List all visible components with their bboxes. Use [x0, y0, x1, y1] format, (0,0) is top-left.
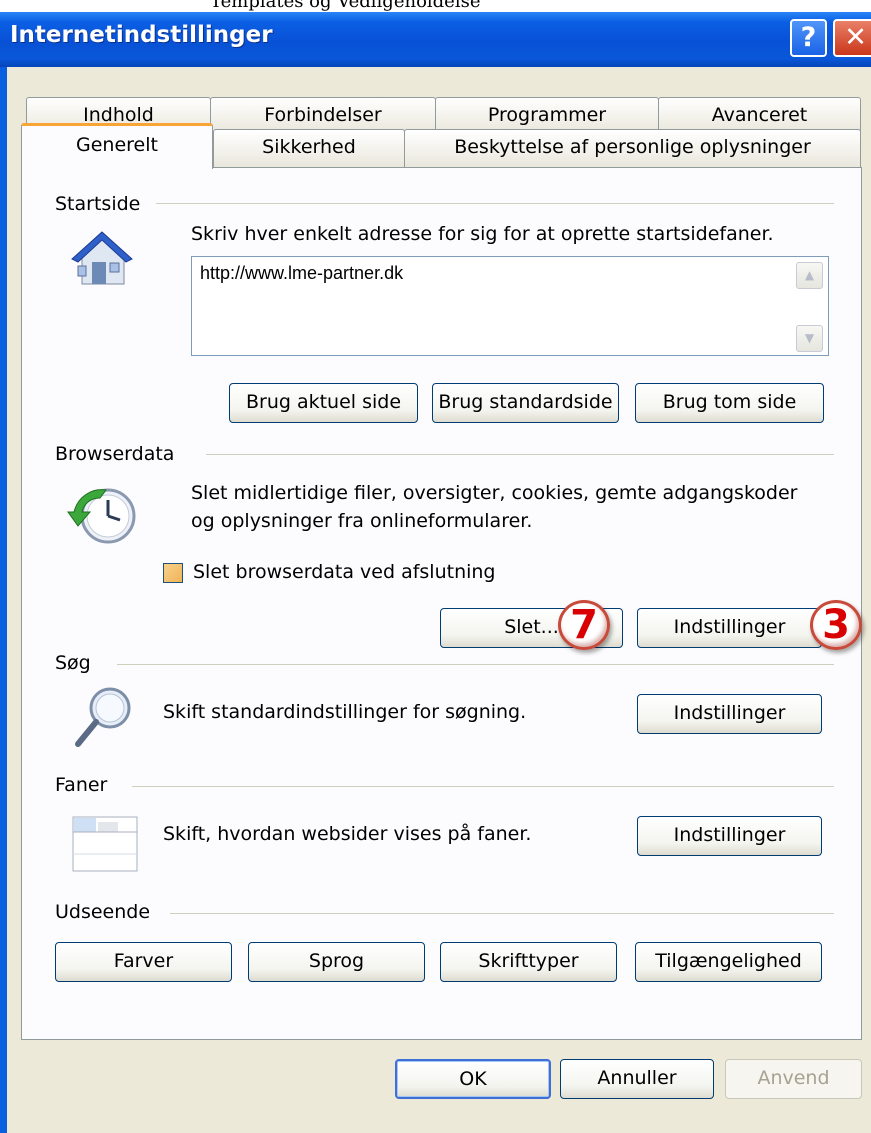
scroll-up-button[interactable]: ▲ — [796, 262, 823, 289]
browserdata-description-line1: Slet midlertidige filer, oversigter, coo… — [191, 482, 798, 504]
browserdata-divider — [206, 454, 834, 455]
help-button[interactable]: ? — [790, 19, 827, 57]
use-default-page-button[interactable]: Brug standardside — [432, 383, 619, 423]
cropped-document-text: Templates og Vedligeholdelse — [0, 0, 871, 12]
tabs-window-icon — [72, 816, 138, 872]
tabs-settings-button[interactable]: Indstillinger — [637, 816, 822, 856]
startside-label: Startside — [55, 193, 141, 215]
startside-divider — [156, 203, 834, 204]
tab-avanceret[interactable]: Avanceret — [658, 97, 861, 133]
window-title: Internetindstillinger — [10, 22, 273, 48]
close-button[interactable]: ✕ — [833, 19, 871, 57]
search-divider — [117, 664, 834, 665]
magnifier-icon — [75, 687, 131, 747]
tab-beskyttelse[interactable]: Beskyttelse af personlige oplysninger — [404, 129, 861, 167]
scroll-down-button[interactable]: ▼ — [796, 325, 823, 352]
accessibility-button[interactable]: Tilgængelighed — [635, 942, 822, 982]
delete-on-exit-checkbox[interactable] — [163, 563, 183, 583]
search-settings-button[interactable]: Indstillinger — [637, 694, 822, 734]
use-current-page-button[interactable]: Brug aktuel side — [229, 383, 418, 423]
appearance-label: Udseende — [55, 901, 151, 923]
apply-button[interactable]: Anvend — [725, 1059, 862, 1099]
annotation-badge-3: 3 — [810, 600, 862, 650]
cancel-button[interactable]: Annuller — [560, 1059, 714, 1099]
use-blank-page-button[interactable]: Brug tom side — [635, 383, 824, 423]
dialog-client-area: Indhold Forbindelser Programmer Avancere… — [7, 67, 871, 1133]
clock-refresh-icon — [67, 488, 136, 544]
home-page-address-value: http://www.lme-partner.dk — [200, 263, 404, 283]
tab-forbindelser[interactable]: Forbindelser — [210, 97, 436, 133]
colors-button[interactable]: Farver — [55, 942, 232, 982]
languages-button[interactable]: Sprog — [248, 942, 425, 982]
startside-description: Skriv hver enkelt adresse for sig for at… — [191, 223, 774, 245]
search-label: Søg — [55, 652, 91, 674]
tabs-divider — [132, 786, 834, 787]
tabs-description: Skift, hvordan websider vises på faner. — [163, 823, 532, 845]
search-description: Skift standardindstillinger for søgning. — [163, 701, 527, 723]
appearance-divider — [170, 913, 834, 914]
browserdata-label: Browserdata — [55, 443, 175, 465]
tab-programmer[interactable]: Programmer — [435, 97, 659, 133]
home-page-address-box[interactable]: http://www.lme-partner.dk ▲ ▼ — [191, 256, 829, 356]
delete-on-exit-label[interactable]: Slet browserdata ved afslutning — [193, 558, 496, 586]
ok-button[interactable]: OK — [395, 1059, 551, 1099]
house-icon — [71, 231, 133, 285]
general-tab-panel: Startside Skriv hver enkelt adresse for … — [21, 167, 862, 1040]
fonts-button[interactable]: Skrifttyper — [440, 942, 617, 982]
tabs-label: Faner — [55, 774, 108, 796]
browserdata-description-line2: og oplysninger fra onlineformularer. — [191, 510, 533, 532]
tab-sikkerhed[interactable]: Sikkerhed — [213, 129, 405, 167]
browserdata-settings-button[interactable]: Indstillinger — [637, 608, 822, 648]
annotation-badge-7: 7 — [558, 600, 610, 650]
internet-options-dialog: Internetindstillinger ? ✕ Indhold Forbin… — [0, 12, 871, 1133]
tab-generelt[interactable]: Generelt — [21, 123, 213, 169]
title-bar[interactable]: Internetindstillinger ? ✕ — [0, 12, 871, 67]
